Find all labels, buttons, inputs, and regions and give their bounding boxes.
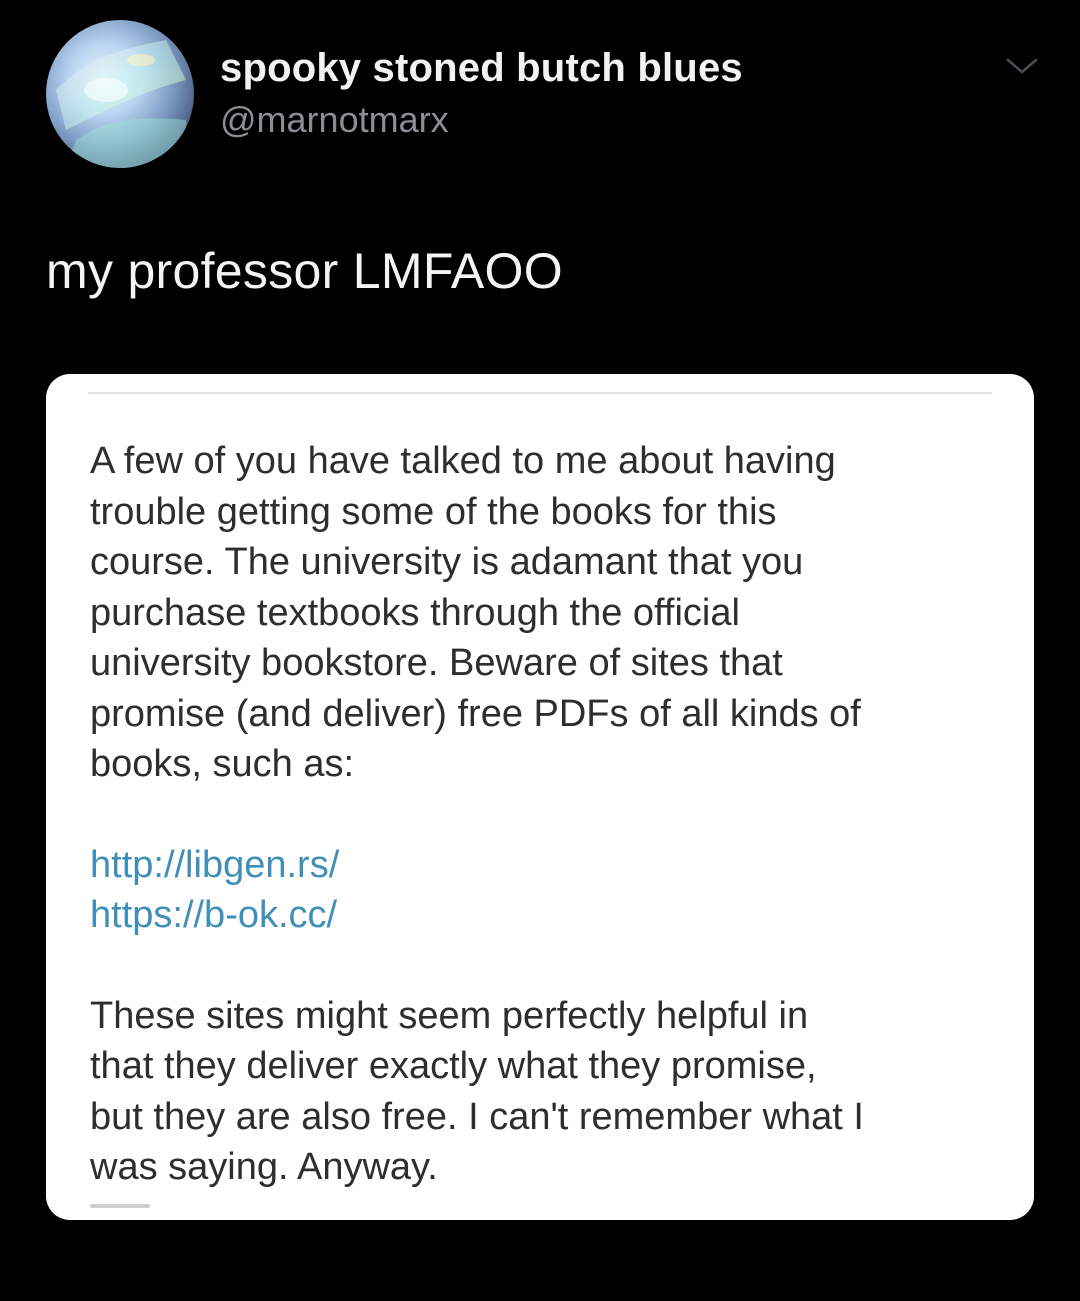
tweet-text: my professor LMFAOO [46,243,563,299]
handle[interactable]: @marnotmarx [220,98,743,142]
tweet: spooky stoned butch blues @marnotmarx my… [0,0,1080,1301]
display-name[interactable]: spooky stoned butch blues [220,44,743,92]
link-libgen[interactable]: http://libgen.rs/ [90,840,990,891]
author-block: spooky stoned butch blues @marnotmarx [220,44,743,142]
message-body: A few of you have talked to me about hav… [90,436,990,1193]
chevron-down-icon[interactable] [1004,54,1040,78]
link-bok[interactable]: https://b-ok.cc/ [90,890,990,941]
cropped-text-fragment [90,1204,150,1208]
screenshot-attachment[interactable]: A few of you have talked to me about hav… [46,374,1034,1220]
divider [88,392,992,394]
link-list: http://libgen.rs/ https://b-ok.cc/ [90,840,990,941]
avatar[interactable] [46,20,194,168]
holographic-avatar-icon [46,20,194,168]
message-intro: A few of you have talked to me about hav… [90,440,861,785]
message-outro: These sites might seem perfectly helpful… [90,994,864,1189]
